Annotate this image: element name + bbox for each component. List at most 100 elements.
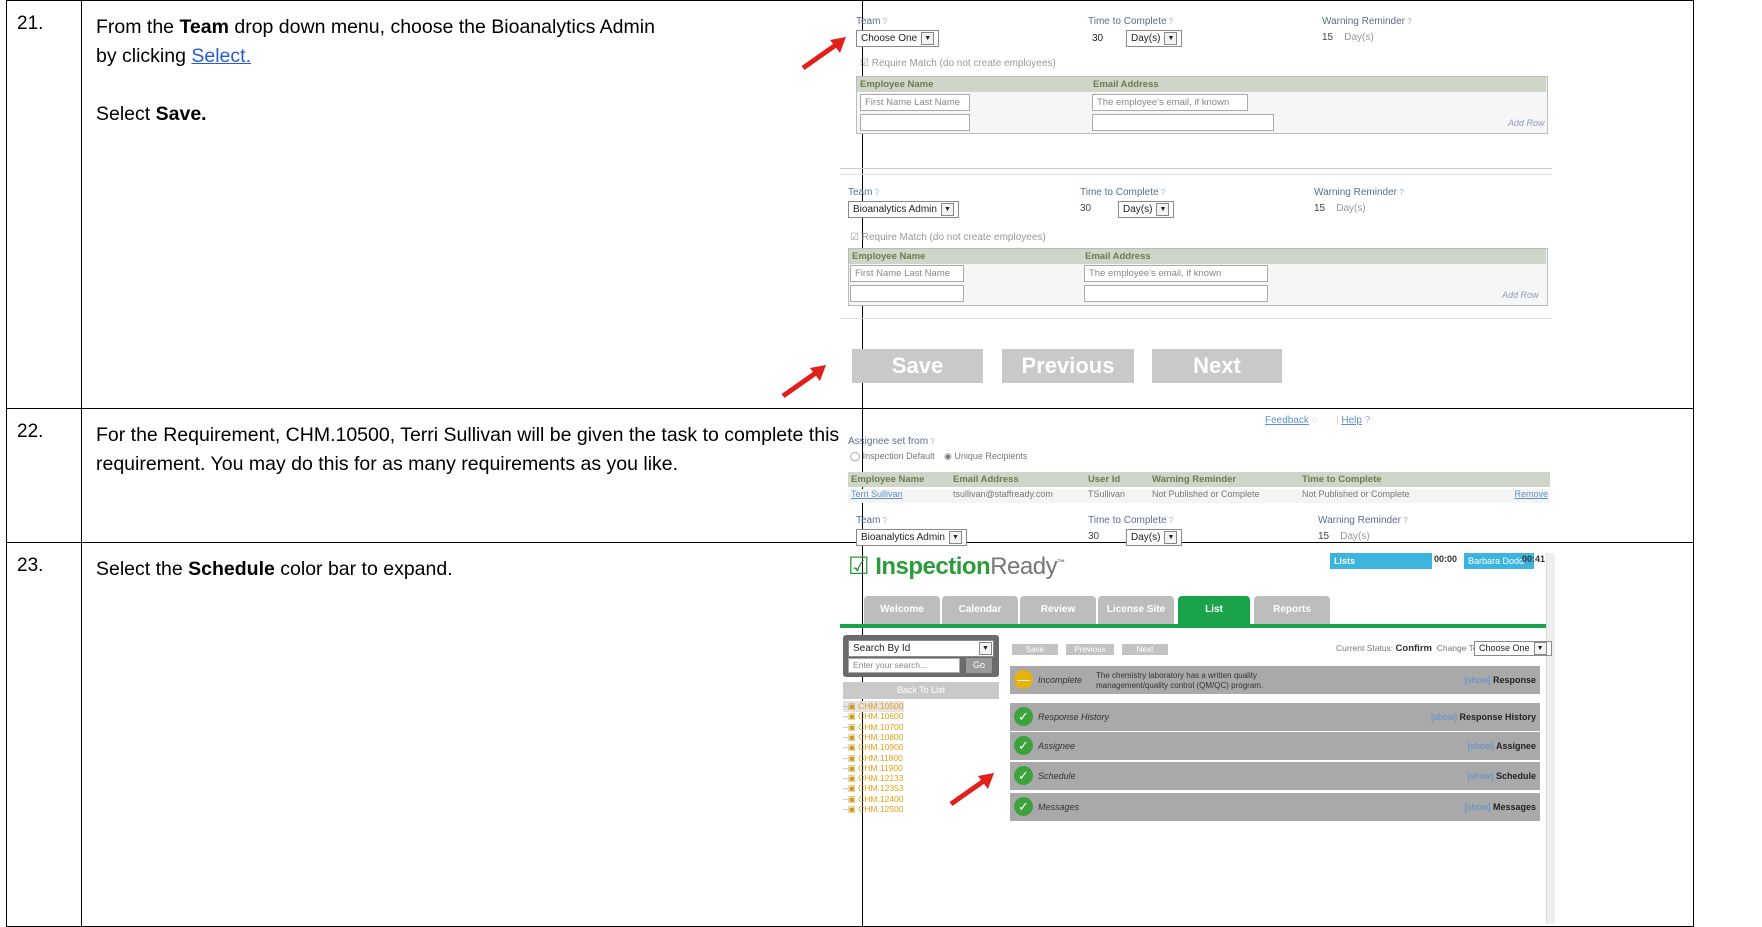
time-label: Time to Complete ?	[1080, 187, 1166, 198]
team-label: Team ?	[856, 16, 888, 27]
chevron-down-icon: ▼	[940, 202, 954, 216]
warning-label: Warning Reminder ?	[1314, 187, 1404, 198]
divider	[840, 168, 1552, 169]
lock-icon: ▣	[847, 783, 856, 794]
chevron-down-icon: ▼	[1164, 530, 1178, 544]
lock-icon: ▣	[847, 721, 856, 732]
team-dropdown[interactable]: Bioanalytics Admin ▼	[856, 529, 967, 546]
chevron-down-icon: ▼	[948, 530, 962, 544]
divider	[840, 174, 1552, 175]
response-history-bar[interactable]: ✓ Response History [show] Response Histo…	[1010, 703, 1540, 731]
grid-header: Employee Name Email Address	[857, 77, 1546, 92]
help-link[interactable]: | Help ?	[1336, 415, 1370, 426]
time-unit-dropdown[interactable]: Day(s) ▼	[1126, 30, 1183, 47]
radio-unique-recipients[interactable]: ◉ Unique Recipients	[944, 451, 1027, 462]
email-field[interactable]: The employee's email, if known	[1092, 94, 1248, 111]
lock-icon: ▣	[847, 793, 856, 804]
mini-next-button[interactable]: Next	[1122, 644, 1168, 655]
checkbox-icon: ☑	[848, 553, 870, 580]
tree-item[interactable]: –▣ CHM.12500	[843, 804, 904, 815]
select-link[interactable]: Select.	[191, 45, 251, 67]
tab-reports[interactable]: Reports	[1254, 596, 1330, 624]
team-dropdown[interactable]: Choose One ▼	[856, 30, 940, 47]
name-field[interactable]: First Name Last Name	[860, 94, 970, 111]
lock-icon: ▣	[847, 762, 856, 773]
time-input[interactable]: 30	[1088, 531, 1099, 542]
warning-value[interactable]: 15 Day(s)	[1318, 531, 1370, 542]
incomplete-icon: —	[1014, 670, 1033, 689]
require-match-checkbox[interactable]: ☑ Require Match (do not create employees…	[850, 232, 1046, 243]
change-to-dropdown[interactable]: Choose One ▼	[1474, 641, 1552, 656]
scrollbar[interactable]	[1546, 553, 1555, 924]
response-bar[interactable]: — Incomplete The chemistry laboratory ha…	[1010, 666, 1540, 694]
table-row: Terri Sullivan tsullivan@staffready.com …	[848, 489, 1550, 503]
lock-icon: ▣	[847, 701, 856, 711]
time-unit-dropdown[interactable]: Day(s) ▼	[1126, 529, 1183, 546]
lists-button[interactable]: Lists	[1330, 553, 1432, 569]
warning-label: Warning Reminder ?	[1318, 515, 1408, 526]
feedback-link[interactable]: Feedback ◌	[1265, 415, 1318, 426]
time-label: Time to Complete ?	[1088, 16, 1174, 27]
next-button[interactable]: Next	[1152, 349, 1282, 383]
chevron-down-icon: ▼	[921, 31, 935, 45]
tab-list[interactable]: List	[1178, 596, 1250, 624]
tab-calendar[interactable]: Calendar	[942, 596, 1018, 624]
email-field[interactable]	[1092, 114, 1274, 131]
email-field[interactable]	[1084, 285, 1268, 302]
require-match-checkbox[interactable]: ☑ Require Match (do not create employees…	[860, 58, 1056, 69]
lock-icon: ▣	[847, 752, 856, 763]
speech-bubble-icon: ◌	[1311, 415, 1318, 426]
mini-save-button[interactable]: Save	[1012, 644, 1058, 655]
step-number: 23.	[6, 542, 82, 927]
checkmark-icon: ✓	[1014, 797, 1033, 816]
lock-icon: ▣	[847, 711, 856, 722]
tab-welcome[interactable]: Welcome	[864, 596, 940, 624]
email-field[interactable]: The employee's email, if known	[1084, 265, 1268, 282]
warning-value[interactable]: 15 Day(s)	[1322, 32, 1374, 43]
chevron-down-icon: ▼	[1533, 642, 1547, 656]
step-instructions: From the Team drop down menu, choose the…	[81, 0, 863, 409]
search-input[interactable]: Enter your search...	[848, 658, 960, 673]
name-field[interactable]: First Name Last Name	[850, 265, 964, 282]
chevron-down-icon: ▼	[979, 642, 992, 655]
lock-icon: ▣	[847, 731, 856, 742]
lock-icon: ▣	[847, 773, 856, 784]
grid-header: Employee Name Email Address	[849, 249, 1546, 264]
session-timer: 00:41	[1522, 554, 1546, 564]
red-arrow-icon	[949, 773, 994, 807]
red-arrow-icon	[781, 365, 826, 399]
checkmark-icon: ✓	[1014, 736, 1033, 755]
previous-button[interactable]: Previous	[1002, 349, 1134, 383]
schedule-bar[interactable]: ✓ Schedule [show] Schedule	[1010, 762, 1540, 790]
assignee-bar[interactable]: ✓ Assignee [show] Assignee	[1010, 732, 1540, 760]
assignee-name-link[interactable]: Terri Sullivan	[851, 489, 903, 499]
tab-review[interactable]: Review	[1020, 596, 1096, 624]
tab-license-site[interactable]: License Site	[1098, 596, 1174, 624]
save-button[interactable]: Save	[852, 349, 983, 383]
time-input[interactable]: 30	[1080, 203, 1091, 214]
team-dropdown[interactable]: Bioanalytics Admin ▼	[848, 201, 959, 218]
chevron-down-icon: ▼	[1156, 202, 1170, 216]
warning-value[interactable]: 15 Day(s)	[1314, 203, 1366, 214]
step-number: 22.	[6, 408, 82, 543]
add-row-link[interactable]: Add Row	[1502, 290, 1539, 300]
name-field[interactable]	[850, 285, 964, 302]
remove-link[interactable]: Remove	[1514, 489, 1548, 499]
search-by-dropdown[interactable]: Search By Id ▼	[848, 640, 994, 657]
name-field[interactable]	[860, 114, 970, 131]
lock-icon: ▣	[847, 742, 856, 753]
time-input[interactable]: 30	[1088, 31, 1116, 46]
step-instructions: Select the Schedule color bar to expand.	[81, 542, 863, 927]
messages-bar[interactable]: ✓ Messages [show] Messages	[1010, 793, 1540, 821]
add-row-link[interactable]: Add Row	[1508, 118, 1545, 128]
go-button[interactable]: Go	[966, 658, 992, 673]
assignee-grid-header: Employee Name Email Address User Id Warn…	[848, 472, 1550, 487]
tab-underline	[840, 624, 1546, 628]
time-unit-dropdown[interactable]: Day(s) ▼	[1118, 201, 1175, 218]
team-label: Team ?	[856, 515, 888, 526]
radio-inspection-default[interactable]: ◯ Inspection Default	[850, 451, 935, 462]
time-label: Time to Complete ?	[1088, 515, 1174, 526]
back-to-list-button[interactable]: Back To List	[843, 682, 999, 699]
mini-previous-button[interactable]: Previous	[1066, 644, 1114, 655]
warning-label: Warning Reminder ?	[1322, 16, 1412, 27]
